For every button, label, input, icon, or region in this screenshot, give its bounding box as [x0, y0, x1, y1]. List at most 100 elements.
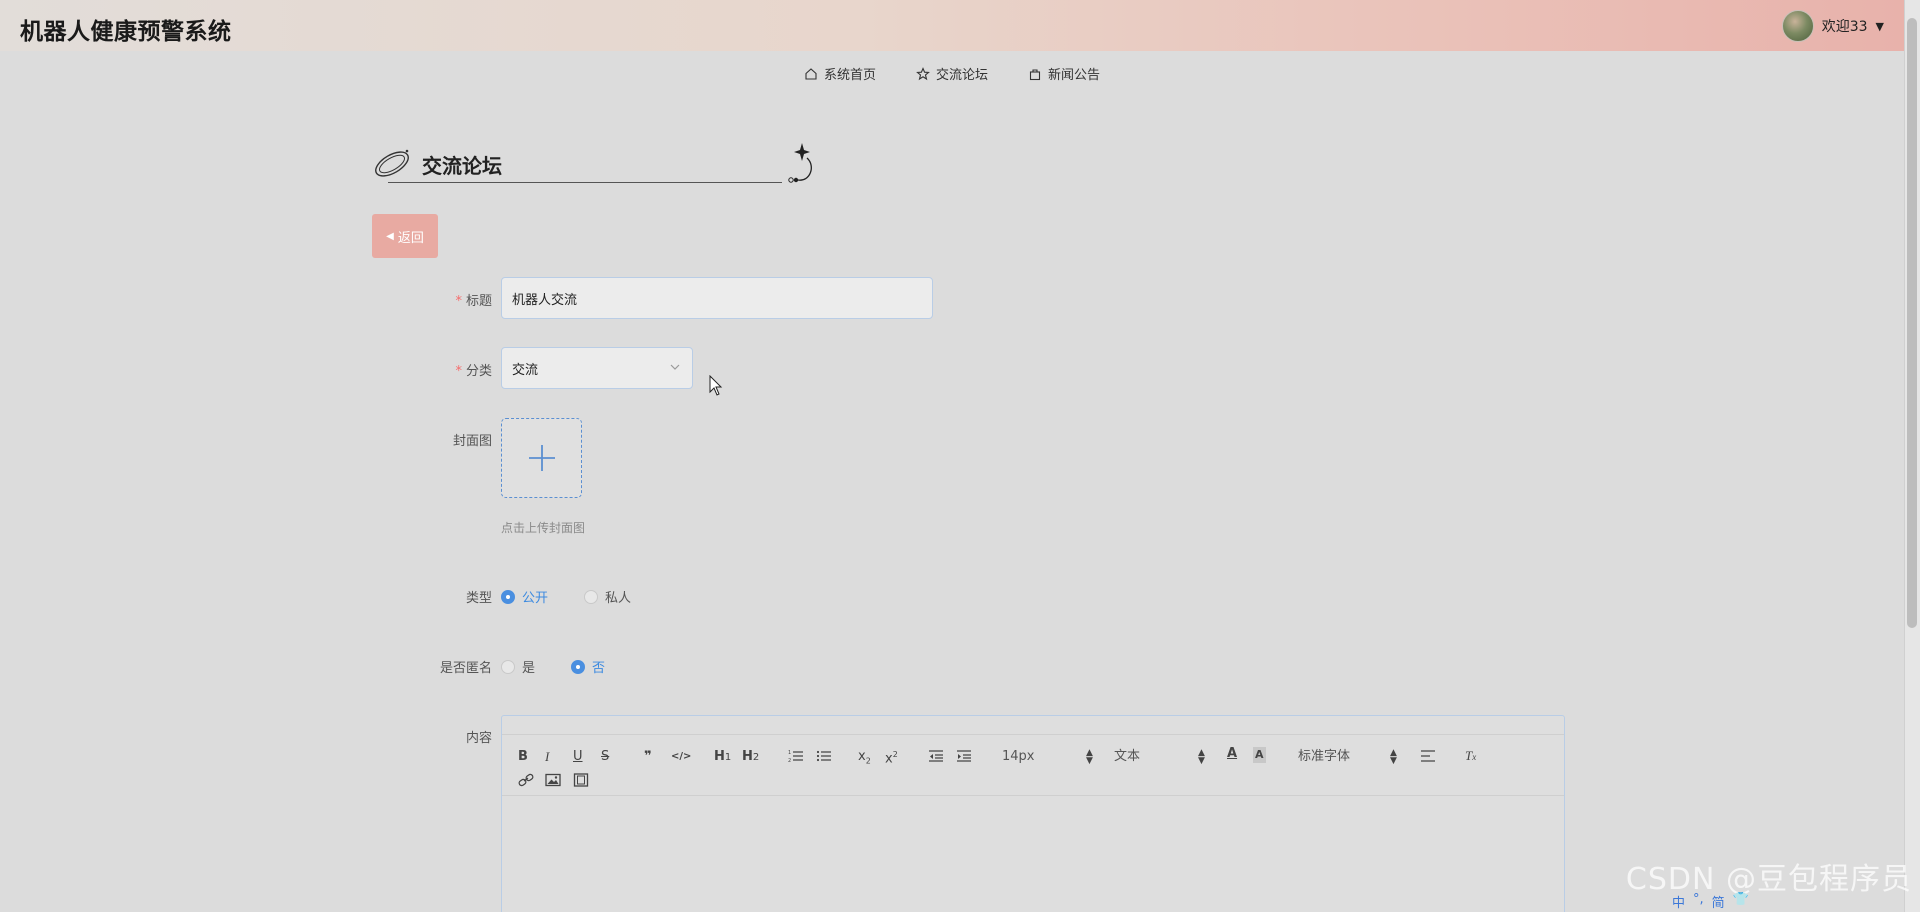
type-radio-group: 公开 私人 [501, 587, 667, 606]
heading2-button[interactable]: H2 [742, 749, 759, 766]
ime-simplified[interactable]: 简 [1712, 892, 1725, 911]
clear-format-icon[interactable]: Tx [1465, 748, 1476, 765]
radio-unchecked-icon[interactable] [501, 659, 515, 674]
title-label-text: 标题 [465, 294, 492, 309]
select-arrows-icon: ▲ ▼ [1390, 748, 1397, 766]
blockquote-button[interactable]: ❞ [644, 749, 652, 765]
category-select[interactable]: 交流 [501, 347, 693, 389]
category-label-text: 分类 [465, 364, 492, 379]
main-nav: 系统首页 交流论坛 新闻公告 [0, 64, 1904, 83]
bullet-list-icon[interactable] [816, 749, 832, 763]
underline-button[interactable]: U [573, 749, 583, 765]
strikethrough-button[interactable]: S [601, 749, 609, 765]
ring-decoration-icon [375, 149, 409, 177]
ime-toolbar[interactable]: 中 °, 简 👕 [1672, 892, 1749, 911]
scrollbar[interactable] [1904, 0, 1920, 912]
ime-punctuation[interactable]: °, [1693, 892, 1704, 911]
font-size-select[interactable]: 14px ▲ ▼ [1002, 748, 1093, 766]
section-header: 交流论坛 [372, 140, 842, 190]
video-icon[interactable] [573, 773, 589, 787]
outdent-icon[interactable] [928, 749, 944, 763]
font-size-value: 14px [1002, 749, 1035, 764]
superscript-button[interactable]: x2 [885, 747, 898, 767]
mouse-cursor-icon [709, 375, 723, 396]
image-icon[interactable] [545, 773, 561, 787]
content-label-text: 内容 [465, 731, 492, 746]
avatar[interactable] [1781, 10, 1814, 42]
nav-item-label: 新闻公告 [1048, 68, 1101, 83]
nav-item-label: 系统首页 [823, 68, 876, 83]
radio-checked-icon[interactable] [571, 659, 586, 674]
nav-item-home[interactable]: 系统首页 [804, 64, 876, 83]
cover-label-text: 封面图 [452, 434, 492, 449]
upload-tip: 点击上传封面图 [501, 521, 586, 535]
page-title: 交流论坛 [422, 154, 502, 178]
header-select[interactable]: 文本 ▲ ▼ [1114, 749, 1205, 766]
align-icon[interactable] [1420, 749, 1436, 763]
watermark: CSDN @豆包程序员 [1625, 862, 1912, 897]
star-icon [916, 66, 930, 80]
cover-upload-button[interactable] [501, 418, 582, 498]
title-underline [388, 182, 782, 183]
type-label: 类型 [400, 587, 492, 606]
header-select-value: 文本 [1114, 749, 1141, 764]
rich-text-editor[interactable]: B I U S ❞ </> H1 H2 12 x2 x2 14px ▲ ▼ 文本 … [501, 715, 1565, 912]
scrollbar-thumb[interactable] [1907, 18, 1917, 628]
welcome-text[interactable]: 欢迎33 [1822, 16, 1868, 36]
radio-private[interactable]: 私人 [584, 587, 631, 606]
plus-icon [528, 445, 555, 471]
app-title: 机器人健康预警系统 [20, 19, 232, 45]
editor-toolbar: B I U S ❞ </> H1 H2 12 x2 x2 14px ▲ ▼ 文本 … [502, 734, 1564, 796]
svg-text:2: 2 [788, 758, 791, 763]
title-input[interactable]: 机器人交流 [501, 277, 933, 319]
radio-private-label[interactable]: 私人 [605, 587, 631, 606]
bold-button[interactable]: B [518, 749, 528, 765]
font-family-select[interactable]: 标准字体 ▲ ▼ [1298, 748, 1398, 766]
user-menu[interactable]: 欢迎33 ▼ [1781, 10, 1884, 42]
cover-label: 封面图 [400, 430, 492, 449]
radio-public[interactable]: 公开 [501, 587, 548, 606]
anonymous-label-text: 是否匿名 [439, 661, 492, 676]
ordered-list-icon[interactable]: 12 [788, 749, 804, 763]
caret-down-icon[interactable]: ▼ [1876, 20, 1884, 33]
required-mark: * [455, 364, 462, 379]
top-header: 机器人健康预警系统 欢迎33 ▼ [0, 0, 1904, 51]
radio-yes-label[interactable]: 是 [522, 657, 535, 676]
back-button[interactable]: ◀ 返回 [372, 214, 438, 258]
text-color-icon[interactable]: A [1227, 746, 1237, 762]
font-family-value: 标准字体 [1298, 749, 1351, 764]
subscript-button[interactable]: x2 [858, 749, 871, 770]
chevron-down-icon [670, 364, 680, 370]
title-input-value: 机器人交流 [512, 292, 578, 308]
ime-mode[interactable]: 中 [1672, 892, 1685, 911]
nav-item-forum[interactable]: 交流论坛 [916, 64, 988, 83]
radio-checked-icon[interactable] [501, 589, 515, 604]
sparkle-decoration-icon [788, 143, 812, 183]
select-arrows-icon: ▲ ▼ [1086, 748, 1093, 766]
italic-button[interactable]: I [545, 749, 549, 765]
bag-icon [1029, 68, 1041, 80]
svg-text:1: 1 [788, 750, 791, 756]
caret-left-icon: ◀ [386, 230, 394, 242]
radio-anonymous-no[interactable]: 否 [571, 657, 605, 676]
radio-no-label[interactable]: 否 [592, 657, 605, 676]
anonymous-radio-group: 是 否 [501, 657, 641, 676]
link-icon[interactable] [518, 773, 534, 787]
indent-icon[interactable] [956, 749, 972, 763]
home-icon [805, 67, 817, 80]
radio-public-label[interactable]: 公开 [522, 587, 548, 606]
title-label: * 标题 [400, 290, 492, 309]
category-label: * 分类 [400, 360, 492, 379]
radio-unchecked-icon[interactable] [584, 589, 599, 604]
nav-item-news[interactable]: 新闻公告 [1028, 64, 1100, 83]
radio-anonymous-yes[interactable]: 是 [501, 657, 535, 676]
back-button-label: 返回 [397, 230, 424, 246]
heading1-button[interactable]: H1 [714, 749, 731, 766]
content-label: 内容 [400, 727, 492, 746]
background-color-icon[interactable]: A [1253, 747, 1266, 763]
anonymous-label: 是否匿名 [400, 657, 492, 676]
type-label-text: 类型 [465, 591, 492, 606]
required-mark: * [455, 294, 462, 309]
code-block-button[interactable]: </> [671, 749, 691, 765]
ime-skin-icon[interactable]: 👕 [1733, 892, 1749, 911]
